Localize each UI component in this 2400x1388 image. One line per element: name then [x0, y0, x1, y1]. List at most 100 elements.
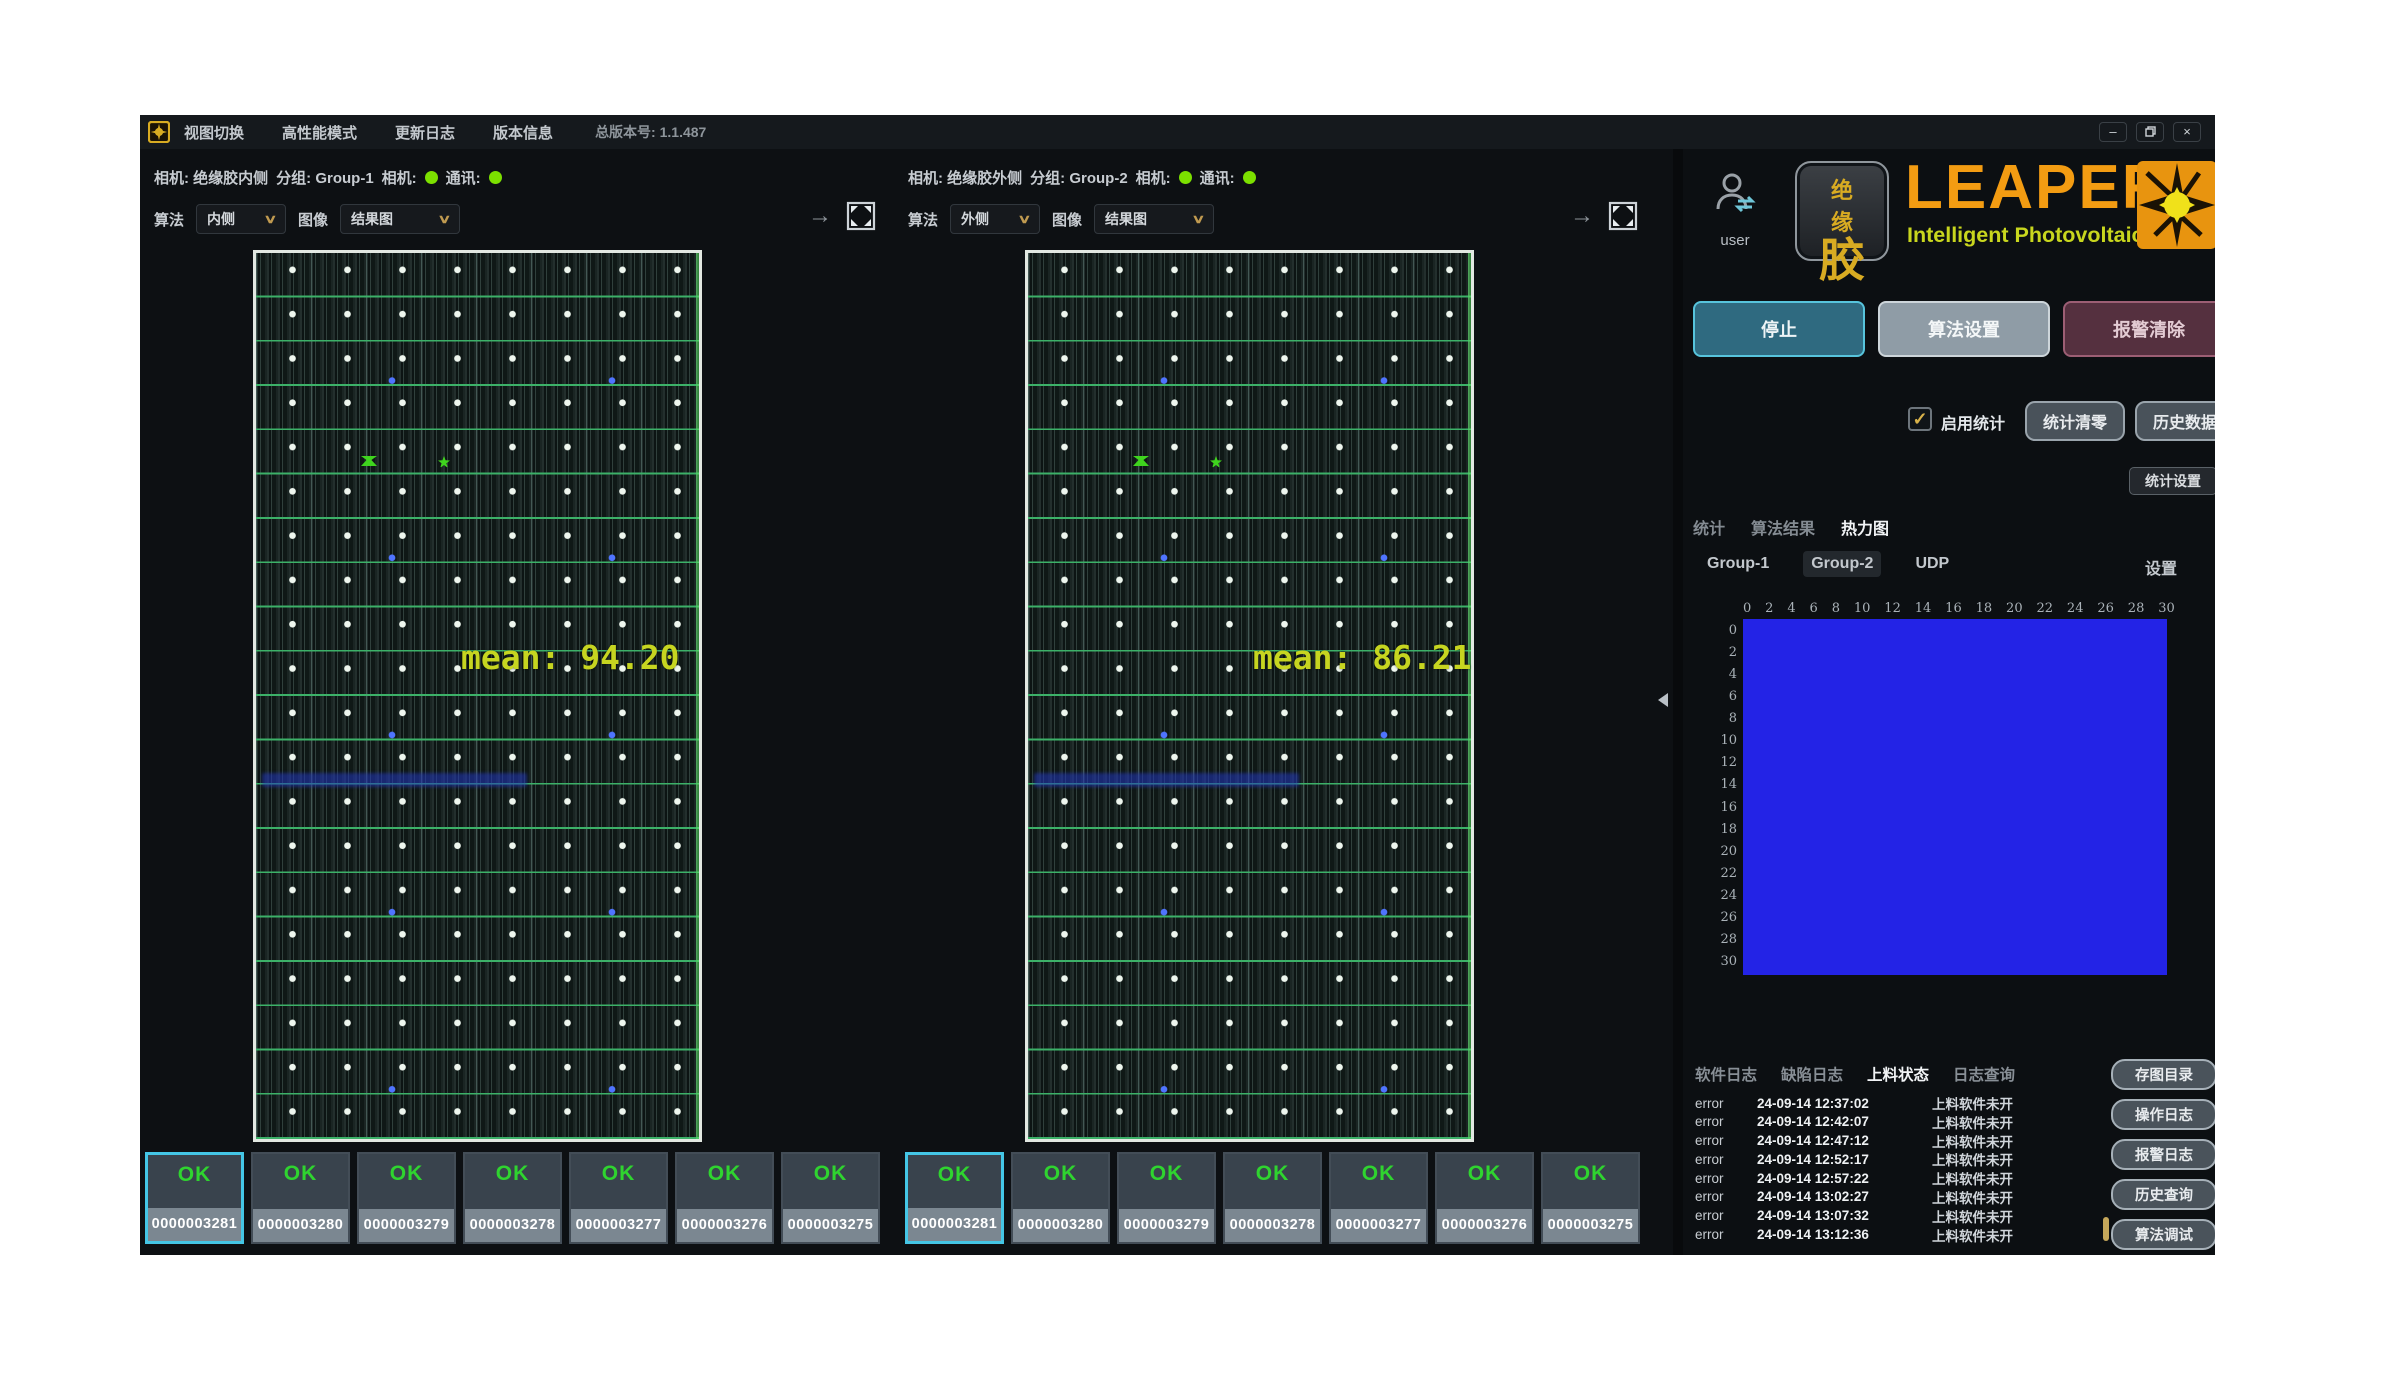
brand-subtitle: Intelligent Photovoltaic	[1907, 223, 2144, 248]
result-tile[interactable]: OK 0000003279	[357, 1152, 456, 1244]
log-message: 上料软件未开	[1932, 1093, 2095, 1113]
send-arrow-icon[interactable]: →	[808, 204, 832, 228]
user-icon	[1712, 171, 1758, 223]
log-side-button[interactable]: 历史查询	[2111, 1179, 2215, 1210]
menu-item[interactable]: 更新日志	[395, 122, 455, 143]
result-tile[interactable]: OK 0000003277	[1329, 1152, 1428, 1244]
log-tab[interactable]: 缺陷日志	[1781, 1063, 1843, 1085]
result-tile[interactable]: OK 0000003280	[251, 1152, 350, 1244]
sidebar-collapse-handle[interactable]	[1658, 693, 1668, 707]
stats-clear-button[interactable]: 统计清零	[2025, 401, 2125, 441]
tile-status: OK	[359, 1154, 454, 1209]
camera-1-algo-select[interactable]: 内侧 ∨	[196, 204, 286, 234]
camera-1-cam-status-dot	[425, 171, 438, 184]
group-tab[interactable]: Group-2	[1803, 551, 1881, 577]
tile-id: 0000003279	[1119, 1209, 1214, 1242]
defect-mark-icon	[1210, 456, 1222, 468]
y-tick-label: 22	[1709, 866, 1737, 881]
camera-1-image-select[interactable]: 结果图 ∨	[340, 204, 460, 234]
log-level: error	[1695, 1227, 1757, 1242]
tile-status: OK	[908, 1155, 1001, 1208]
log-time: 24-09-14 13:12:36	[1757, 1227, 1932, 1242]
tile-id: 0000003278	[465, 1209, 560, 1242]
log-tab[interactable]: 软件日志	[1695, 1063, 1757, 1085]
group-tab[interactable]: UDP	[1907, 551, 1957, 577]
stats-settings-button[interactable]: 统计设置	[2129, 467, 2215, 495]
send-arrow-icon[interactable]: →	[1570, 204, 1594, 228]
result-tile[interactable]: OK 0000003280	[1011, 1152, 1110, 1244]
log-side-button[interactable]: 算法调试	[2111, 1219, 2215, 1250]
y-tick-label: 16	[1709, 800, 1737, 815]
log-level: error	[1695, 1096, 1757, 1111]
result-tabs: 统计 算法结果 热力图	[1693, 515, 1889, 539]
log-tab[interactable]: 日志查询	[1953, 1063, 2015, 1085]
close-button[interactable]: ×	[2173, 122, 2201, 142]
menu-item[interactable]: 高性能模式	[282, 122, 357, 143]
result-tab[interactable]: 算法结果	[1751, 515, 1815, 539]
defect-mark-icon	[1133, 456, 1149, 466]
log-side-button[interactable]: 报警日志	[2111, 1139, 2215, 1170]
camera-1-tools: →	[808, 201, 876, 231]
log-time: 24-09-14 12:57:22	[1757, 1171, 1932, 1186]
camera-2-image[interactable]: mean: 86.21	[1025, 250, 1474, 1142]
result-tile[interactable]: OK 0000003281	[145, 1152, 244, 1244]
group-settings-button[interactable]: 设置	[2145, 555, 2177, 579]
log-message: 上料软件未开	[1932, 1168, 2095, 1188]
fullscreen-icon[interactable]	[1608, 201, 1638, 231]
restore-button[interactable]	[2136, 122, 2164, 142]
camera-1-comm-status-dot	[489, 171, 502, 184]
menu-item[interactable]: 版本信息	[493, 122, 553, 143]
result-tile[interactable]: OK 0000003277	[569, 1152, 668, 1244]
menu-item[interactable]: 视图切换	[184, 122, 244, 143]
image-select-value: 结果图	[351, 209, 393, 229]
result-tile[interactable]: OK 0000003281	[905, 1152, 1004, 1244]
camera-2-comm-status-label: 通讯:	[1200, 167, 1235, 188]
result-tab[interactable]: 统计	[1693, 515, 1725, 539]
tile-status: OK	[783, 1154, 878, 1209]
x-tick-label: 0	[1743, 601, 1751, 616]
log-side-button[interactable]: 存图目录	[2111, 1059, 2215, 1090]
log-row: error 24-09-14 12:37:02 上料软件未开	[1695, 1093, 2095, 1112]
log-list[interactable]: error 24-09-14 12:37:02 上料软件未开 error 24-…	[1695, 1093, 2095, 1243]
log-level: error	[1695, 1189, 1757, 1204]
result-tile[interactable]: OK 0000003276	[1435, 1152, 1534, 1244]
x-tick-label: 16	[1945, 601, 1962, 616]
result-tile[interactable]: OK 0000003275	[1541, 1152, 1640, 1244]
minimize-button[interactable]: –	[2099, 122, 2127, 142]
tile-id: 0000003278	[1225, 1209, 1320, 1242]
camera-2-image-select[interactable]: 结果图 ∨	[1094, 204, 1214, 234]
result-tile[interactable]: OK 0000003278	[1223, 1152, 1322, 1244]
camera-2-comm-status-dot	[1243, 171, 1256, 184]
brand-sun-icon	[2135, 157, 2215, 253]
log-side-button[interactable]: 操作日志	[2111, 1099, 2215, 1130]
camera-2-algo-select[interactable]: 外侧 ∨	[950, 204, 1040, 234]
x-tick-label: 30	[2158, 601, 2175, 616]
log-tabs: 软件日志 缺陷日志 上料状态 日志查询	[1695, 1063, 2015, 1085]
result-tile[interactable]: OK 0000003275	[781, 1152, 880, 1244]
result-tile[interactable]: OK 0000003278	[463, 1152, 562, 1244]
y-tick-label: 30	[1709, 954, 1737, 969]
tile-status: OK	[677, 1154, 772, 1209]
log-scrollbar-thumb[interactable]	[2103, 1217, 2109, 1241]
log-tab[interactable]: 上料状态	[1867, 1063, 1929, 1085]
version-label: 总版本号: 1.1.487	[595, 122, 706, 142]
algorithm-settings-button[interactable]: 算法设置	[1878, 301, 2050, 357]
user-button[interactable]: user	[1705, 171, 1765, 249]
result-tile[interactable]: OK 0000003276	[675, 1152, 774, 1244]
alarm-clear-button[interactable]: 报警清除	[2063, 301, 2215, 357]
result-tile[interactable]: OK 0000003279	[1117, 1152, 1216, 1244]
stats-controls: ✓ 启用统计 统计清零 历史数据	[1683, 401, 2215, 445]
fullscreen-icon[interactable]	[846, 201, 876, 231]
enable-stats-checkbox[interactable]: ✓	[1908, 407, 1932, 431]
log-time: 24-09-14 12:37:02	[1757, 1096, 1932, 1111]
group-tab[interactable]: Group-1	[1699, 551, 1777, 577]
history-data-button[interactable]: 历史数据	[2135, 401, 2215, 441]
x-tick-label: 24	[2067, 601, 2084, 616]
stop-button[interactable]: 停止	[1693, 301, 1865, 357]
y-tick-label: 12	[1709, 755, 1737, 770]
camera-1-image[interactable]: mean: 94.20	[253, 250, 702, 1142]
log-row: error 24-09-14 13:12:36 上料软件未开	[1695, 1225, 2095, 1244]
heatmap-plot[interactable]	[1743, 619, 2167, 975]
chevron-down-icon: ∨	[1018, 212, 1032, 226]
result-tab[interactable]: 热力图	[1841, 515, 1889, 539]
